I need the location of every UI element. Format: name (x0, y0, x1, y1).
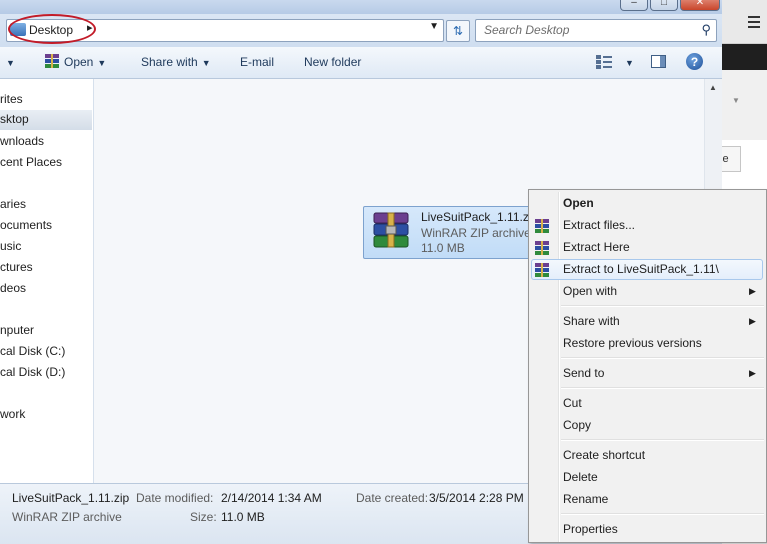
email-button[interactable]: E-mail (240, 55, 274, 69)
command-bar: ▼ Open ▼ Share with ▼ E-mail New folder ▼ … (0, 47, 722, 79)
menu-item-open[interactable]: Open (563, 196, 594, 210)
nav-item-recent-places[interactable]: cent Places (0, 155, 62, 169)
nav-item-pictures[interactable]: ctures (0, 260, 33, 274)
menu-separator (561, 357, 764, 359)
menu-item-extract-files[interactable]: Extract files... (563, 218, 635, 232)
share-with-button[interactable]: Share with ▼ (141, 55, 211, 69)
nav-item-videos[interactable]: deos (0, 281, 26, 295)
nav-item-libraries[interactable]: aries (0, 197, 26, 211)
view-options-chevron-icon[interactable]: ▼ (621, 55, 634, 69)
background-app-button[interactable]: se (722, 146, 741, 172)
menu-item-send-to[interactable]: Send to (563, 366, 604, 380)
maximize-button[interactable]: □ (650, 0, 678, 11)
nav-item-downloads[interactable]: wnloads (0, 134, 44, 148)
menu-item-share-with[interactable]: Share with (563, 314, 620, 328)
nav-item-desktop[interactable]: sktop (0, 110, 92, 130)
preview-pane-icon[interactable] (651, 55, 666, 68)
change-view-icon[interactable] (596, 55, 612, 69)
close-button[interactable]: ✕ (680, 0, 720, 11)
date-created-value: 3/5/2014 2:28 PM (429, 491, 524, 505)
menu-item-copy[interactable]: Copy (563, 418, 591, 432)
hamburger-menu-icon[interactable] (748, 16, 760, 31)
menu-separator (561, 513, 764, 515)
open-button[interactable]: Open ▼ (64, 55, 106, 69)
menu-separator (561, 305, 764, 307)
menu-item-open-with[interactable]: Open with (563, 284, 617, 298)
nav-item-network[interactable]: work (0, 407, 25, 421)
menu-item-create-shortcut[interactable]: Create shortcut (563, 448, 645, 462)
context-menu: Open Extract files... Extract Here Extra… (528, 189, 767, 543)
menu-item-properties[interactable]: Properties (563, 522, 618, 536)
winrar-archive-icon (373, 212, 409, 248)
menu-item-restore-previous-versions[interactable]: Restore previous versions (563, 336, 702, 350)
submenu-arrow-icon: ▶ (749, 286, 756, 296)
refresh-button[interactable]: ⇅ (446, 20, 470, 42)
file-type: WinRAR ZIP archive (421, 226, 531, 240)
scroll-up-icon[interactable]: ▲ (709, 83, 717, 92)
file-size: 11.0 MB (421, 241, 465, 255)
nav-item-favorites[interactable]: rites (0, 92, 23, 106)
search-box[interactable]: ⚲ (475, 19, 717, 42)
address-row: Desktop ▸ ▼ ⇅ ⚲ (0, 14, 722, 47)
title-bar: – □ ✕ (0, 0, 722, 14)
winrar-icon (535, 219, 549, 233)
organize-caret-icon[interactable]: ▼ (2, 55, 15, 69)
nav-item-local-disk-c[interactable]: cal Disk (C:) (0, 344, 65, 358)
navigation-pane: rites sktop wnloads cent Places aries oc… (0, 79, 94, 483)
nav-item-documents[interactable]: ocuments (0, 218, 52, 232)
nav-item-computer[interactable]: nputer (0, 323, 34, 337)
annotation-circle (8, 14, 96, 44)
menu-item-rename[interactable]: Rename (563, 492, 608, 506)
details-file-type: WinRAR ZIP archive (12, 510, 122, 524)
menu-item-extract-to-folder[interactable]: Extract to LiveSuitPack_1.11\ (563, 262, 719, 276)
nav-item-music[interactable]: usic (0, 239, 21, 253)
date-modified-label: Date modified: (136, 491, 214, 505)
size-label: Size: (190, 510, 217, 524)
chevron-down-icon: ▼ (97, 58, 107, 68)
winrar-icon (535, 241, 549, 255)
file-name: LiveSuitPack_1.11.zip (421, 210, 539, 224)
file-item-livesuitpack[interactable]: LiveSuitPack_1.11.zip WinRAR ZIP archive… (363, 206, 555, 259)
nav-item-local-disk-d[interactable]: cal Disk (D:) (0, 365, 65, 379)
chevron-down-icon[interactable]: ▼ (429, 21, 439, 32)
date-modified-value: 2/14/2014 1:34 AM (221, 491, 322, 505)
search-icon[interactable]: ⚲ (701, 22, 711, 38)
new-folder-button[interactable]: New folder (304, 55, 361, 69)
background-app-toolbar (722, 0, 767, 44)
winrar-icon (45, 54, 59, 68)
menu-item-cut[interactable]: Cut (563, 396, 582, 410)
size-value: 11.0 MB (221, 510, 265, 524)
menu-item-delete[interactable]: Delete (563, 470, 598, 484)
background-app-header (722, 44, 767, 70)
minimize-button[interactable]: – (620, 0, 648, 11)
winrar-icon (535, 263, 549, 277)
help-icon[interactable]: ? (686, 53, 703, 70)
background-app-panel: ▼ (722, 70, 767, 140)
search-input[interactable] (482, 22, 696, 38)
chevron-down-icon: ▼ (201, 58, 211, 68)
chevron-down-icon[interactable]: ▼ (732, 96, 740, 105)
submenu-arrow-icon: ▶ (749, 316, 756, 326)
menu-item-extract-here[interactable]: Extract Here (563, 240, 630, 254)
menu-icon-gutter (558, 192, 560, 542)
date-created-label: Date created: (356, 491, 429, 505)
menu-separator (561, 387, 764, 389)
details-file-name: LiveSuitPack_1.11.zip (12, 491, 130, 505)
submenu-arrow-icon: ▶ (749, 368, 756, 378)
menu-separator (561, 439, 764, 441)
